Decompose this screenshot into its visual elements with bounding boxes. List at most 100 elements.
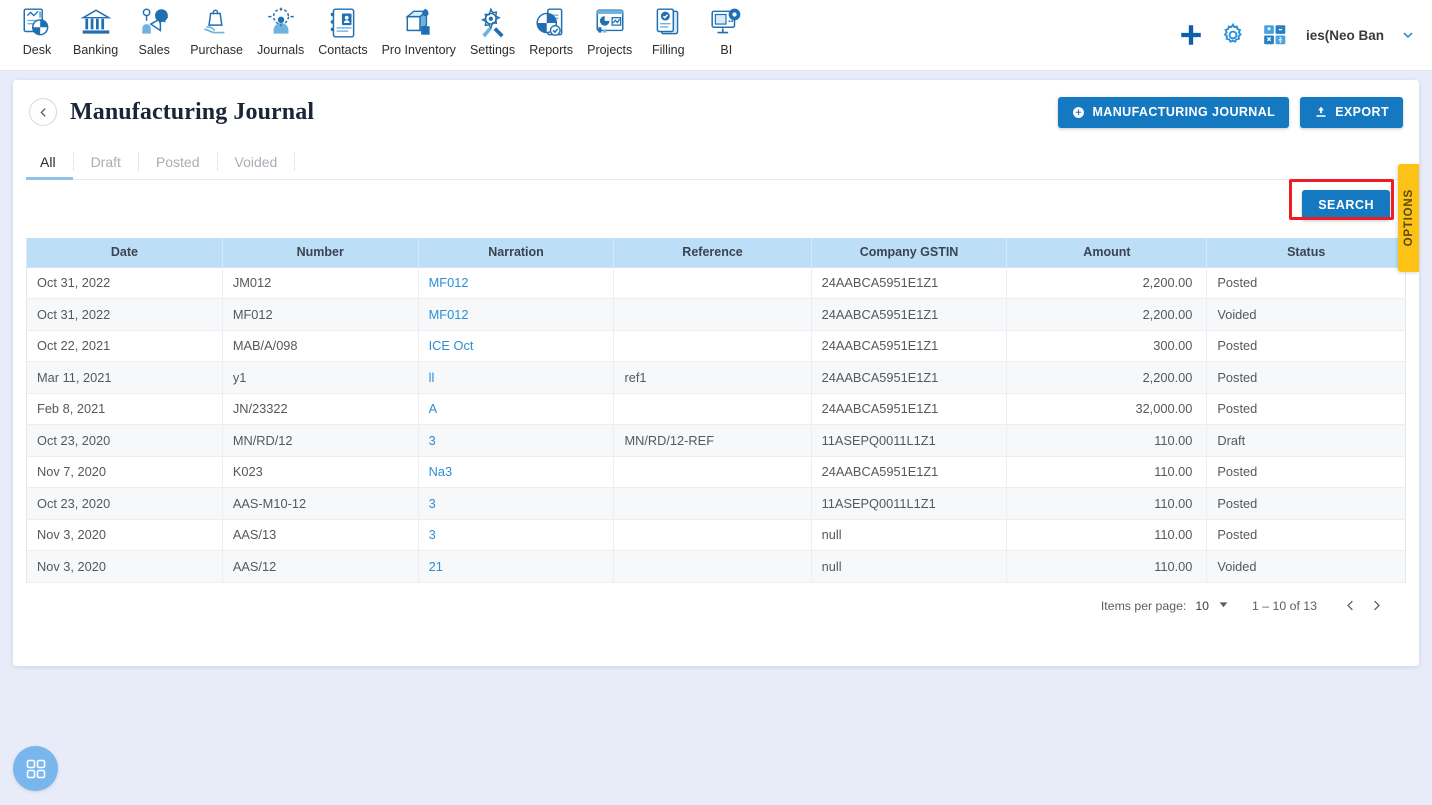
calculator-icon: [1264, 25, 1286, 45]
nav-item-bi[interactable]: BI: [697, 4, 755, 57]
export-button[interactable]: EXPORT: [1300, 96, 1403, 128]
cell-date: Oct 31, 2022: [26, 267, 223, 299]
nav-item-purchase[interactable]: Purchase: [183, 4, 250, 57]
apps-grid-fab[interactable]: [13, 746, 58, 791]
nav-item-projects[interactable]: Projects: [580, 4, 639, 57]
cell-status: Voided: [1206, 550, 1406, 583]
column-header-reference[interactable]: Reference: [613, 238, 812, 268]
cell-reference: [613, 298, 812, 331]
cell-narration[interactable]: Na3: [418, 456, 615, 488]
cell-gstin: 24AABCA5951E1Z1: [811, 456, 1008, 488]
cell-reference: [613, 267, 812, 299]
table-row[interactable]: Feb 8, 2021 JN/23322 A 24AABCA5951E1Z1 32,00…: [26, 393, 1406, 425]
cell-narration[interactable]: A: [418, 393, 615, 425]
cell-narration[interactable]: ICE Oct: [418, 330, 615, 362]
cell-narration[interactable]: MF012: [418, 267, 615, 299]
cell-narration[interactable]: ll: [418, 361, 615, 394]
table-row[interactable]: Oct 31, 2022 MF012 MF012 24AABCA5951E1Z1 2,2…: [26, 298, 1406, 331]
cell-narration[interactable]: MF012: [418, 298, 615, 331]
bi-monitor-gear-icon: [707, 4, 745, 42]
tab-label: Voided: [234, 153, 278, 170]
nav-item-label: Journals: [257, 43, 305, 57]
purchase-bag-hand-icon: [198, 4, 236, 42]
options-tab-label: OPTIONS: [1402, 189, 1415, 247]
nav-item-label: Projects: [587, 43, 633, 57]
cell-amount: 300.00: [1006, 330, 1208, 362]
table-row[interactable]: Nov 3, 2020 AAS/12 21 null 110.00 Voided: [26, 550, 1406, 583]
cell-number: K023: [222, 456, 419, 488]
cell-gstin: 24AABCA5951E1Z1: [811, 298, 1008, 331]
back-button[interactable]: [29, 98, 57, 126]
nav-item-filling[interactable]: Filling: [639, 4, 697, 57]
add-new-button[interactable]: [1178, 22, 1204, 48]
cell-narration[interactable]: 3: [418, 487, 615, 520]
tab-label: Draft: [90, 153, 121, 170]
manufacturing-journal-table: Date Number Narration Reference Company GSTI…: [26, 238, 1406, 583]
cell-number: JN/23322: [222, 393, 419, 425]
table-row[interactable]: Oct 22, 2021 MAB/A/098 ICE Oct 24AABCA5951E…: [26, 330, 1406, 362]
table-row[interactable]: Oct 31, 2022 JM012 MF012 24AABCA5951E1Z1 2,2…: [26, 267, 1406, 299]
table-row[interactable]: Mar 11, 2021 y1 ll ref1 24AABCA5951E1Z1 2,200…: [26, 361, 1406, 394]
journals-people-gear-icon: [267, 7, 294, 34]
cell-date: Feb 8, 2021: [26, 393, 223, 425]
cell-status: Posted: [1206, 361, 1406, 394]
nav-item-label: Settings: [469, 43, 516, 57]
nav-item-pro-inventory[interactable]: Pro Inventory: [375, 4, 463, 57]
column-header-date[interactable]: Date: [26, 238, 223, 268]
column-header-narration[interactable]: Narration: [418, 238, 615, 268]
chevron-down-icon[interactable]: [1400, 27, 1416, 43]
cell-narration[interactable]: 3: [418, 519, 615, 551]
desk-dashboard-icon: [23, 8, 49, 36]
table-row[interactable]: Nov 3, 2020 AAS/13 3 null 110.00 Posted: [26, 519, 1406, 551]
table-row[interactable]: Nov 7, 2020 K023 Na3 24AABCA5951E1Z1 110.00 P…: [26, 456, 1406, 488]
cell-status: Posted: [1206, 330, 1406, 362]
tab-posted[interactable]: Posted: [139, 144, 217, 179]
cell-narration[interactable]: 21: [418, 550, 615, 583]
items-per-page-label: Items per page:: [1100, 598, 1187, 613]
company-selector-label[interactable]: ies(Neo Ban: [1306, 28, 1384, 43]
cell-gstin: 24AABCA5951E1Z1: [811, 330, 1008, 362]
projects-board-icon: [591, 4, 629, 42]
cell-amount: 2,200.00: [1006, 267, 1208, 299]
calculator-button[interactable]: [1262, 22, 1288, 48]
create-manufacturing-journal-button[interactable]: MANUFACTURING JOURNAL: [1058, 96, 1290, 128]
table-row[interactable]: Oct 23, 2020 AAS-M10-12 3 11ASEPQ0011L1Z1 11…: [26, 487, 1406, 520]
cell-number: AAS/12: [222, 550, 419, 583]
options-side-tab[interactable]: OPTIONS: [1398, 164, 1419, 272]
cell-date: Nov 3, 2020: [26, 550, 223, 583]
tab-voided[interactable]: Voided: [218, 144, 295, 179]
status-filter-tabs: All Draft Posted Voided: [26, 144, 1406, 180]
nav-item-journals[interactable]: Journals: [250, 4, 311, 57]
search-button[interactable]: SEARCH: [1302, 190, 1390, 220]
previous-page-button[interactable]: [1337, 593, 1363, 619]
items-per-page-dropdown[interactable]: [1217, 598, 1230, 614]
nav-item-reports[interactable]: Reports: [522, 4, 580, 57]
desk-dashboard-icon: [18, 4, 56, 42]
reports-piechart-icon: [536, 8, 563, 36]
settings-button[interactable]: [1220, 22, 1246, 48]
table-row[interactable]: Oct 23, 2020 MN/RD/12 3 MN/RD/12-REF 11ASEPQ…: [26, 424, 1406, 457]
tab-all[interactable]: All: [26, 144, 73, 180]
page-title: Manufacturing Journal: [70, 98, 315, 125]
nav-item-banking[interactable]: Banking: [66, 4, 125, 57]
column-header-amount[interactable]: Amount: [1006, 238, 1208, 268]
cell-narration[interactable]: 3: [418, 424, 615, 457]
cell-amount: 110.00: [1006, 456, 1208, 488]
nav-item-sales[interactable]: Sales: [125, 4, 183, 57]
bank-building-icon: [80, 9, 112, 34]
items-per-page-value[interactable]: 10: [1195, 599, 1209, 613]
page-range-label: 1 – 10 of 13: [1252, 598, 1317, 613]
cell-reference: [613, 456, 812, 488]
column-header-number[interactable]: Number: [222, 238, 419, 268]
tab-label: All: [40, 153, 56, 170]
nav-right-actions: ies(Neo Ban: [1178, 0, 1432, 70]
nav-item-desk[interactable]: Desk: [8, 4, 66, 57]
column-header-status[interactable]: Status: [1206, 238, 1406, 268]
filling-documents-check-icon: [649, 4, 687, 42]
column-header-company-gstin[interactable]: Company GSTIN: [811, 238, 1008, 268]
nav-item-contacts[interactable]: Contacts: [311, 4, 374, 57]
next-page-button[interactable]: [1363, 593, 1389, 619]
tab-draft[interactable]: Draft: [74, 144, 138, 179]
cell-reference: [613, 519, 812, 551]
nav-item-settings[interactable]: Settings: [463, 4, 522, 57]
